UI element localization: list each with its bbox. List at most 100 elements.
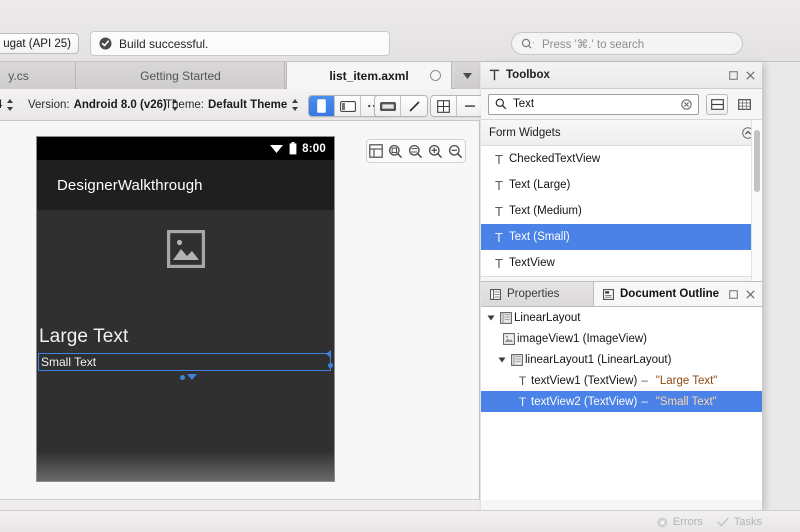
zoom-actual-icon[interactable] (408, 144, 423, 159)
version-selector[interactable]: Version: Android 8.0 (v26) (28, 89, 179, 121)
image-view-node[interactable] (37, 210, 334, 268)
close-icon[interactable] (746, 70, 755, 80)
zoom-fit-icon[interactable] (388, 144, 403, 159)
outline-row-textview2[interactable]: T textView2 (TextView) – "Small Text" (481, 391, 762, 412)
text-widget-icon: T (495, 151, 503, 167)
outline-row-value: "Small Text" (655, 395, 717, 408)
outline-row-textview1[interactable]: T textView1 (TextView) – "Large Text" (481, 370, 762, 391)
render-mode-button-group (374, 95, 428, 117)
android-device-preview[interactable]: 8:00 DesignerWalkthrough Large Text Smal… (36, 136, 335, 482)
outline-row-linearlayout1[interactable]: linearLayout1 (LinearLayout) (481, 349, 762, 370)
error-circle-icon (657, 517, 668, 528)
search-icon (495, 98, 507, 110)
outline-row-dash: – (641, 374, 648, 387)
tab-ycs[interactable]: y.cs (0, 62, 76, 89)
selection-handle-right[interactable] (328, 363, 333, 368)
toolbox-group-form-widgets[interactable]: Form Widgets (481, 120, 762, 146)
device-app-title: DesignerWalkthrough (57, 176, 203, 194)
tab-label: y.cs (8, 68, 29, 83)
zoom-in-icon[interactable] (428, 144, 443, 159)
design-canvas[interactable]: 8:00 DesignerWalkthrough Large Text Smal… (0, 121, 480, 499)
phone-landscape-icon[interactable] (335, 96, 361, 116)
tab-overflow-button[interactable] (455, 62, 480, 89)
tab-close-icon[interactable] (430, 70, 441, 81)
api-level-combo[interactable]: ugat (API 25) (0, 33, 79, 54)
grid-view-icon[interactable] (733, 94, 755, 115)
global-search-field[interactable]: Press '⌘.' to search (511, 32, 743, 55)
toolbox-header: Toolbox (481, 62, 762, 89)
selection-handle-bottom[interactable] (180, 375, 185, 380)
tab-properties[interactable]: Properties (481, 282, 594, 306)
toolbox-item-textview[interactable]: T TextView (481, 250, 762, 276)
tab-label: list_item.axml (329, 68, 409, 83)
device-content-area[interactable]: Large Text Small Text (37, 210, 334, 481)
outline-row-dash: – (641, 395, 648, 408)
canvas-zoom-toolbar (366, 139, 466, 163)
top-toolbar: ugat (API 25) Build successful. Press '⌘… (0, 0, 800, 62)
toolbox-widget-list[interactable]: Form Widgets T CheckedTextView T Text (L… (481, 119, 762, 281)
toolbox-item-text-medium[interactable]: T Text (Medium) (481, 198, 762, 224)
outline-row-imageview1[interactable]: imageView1 (ImageView) (481, 328, 762, 349)
image-icon (500, 332, 517, 345)
clear-circle-icon[interactable] (681, 98, 692, 110)
stepper-icon[interactable] (292, 98, 299, 112)
device-status-bar: 8:00 (37, 137, 334, 160)
close-icon[interactable] (746, 289, 755, 299)
toolbox-item-checkedtextview[interactable]: T CheckedTextView (481, 146, 762, 172)
fit-frame-icon[interactable] (369, 144, 384, 158)
check-icon (717, 517, 729, 527)
stepper-icon[interactable] (7, 98, 14, 112)
wifi-icon (269, 143, 284, 154)
status-errors[interactable]: Errors (657, 516, 703, 528)
minimize-icon[interactable] (729, 289, 738, 299)
text-widget-icon: T (495, 229, 503, 245)
document-outline-tree[interactable]: LinearLayout imageView1 (ImageView) line… (481, 307, 762, 500)
minimize-icon[interactable] (729, 70, 738, 80)
theme-selector[interactable]: Theme: Default Theme (165, 89, 299, 121)
grid-button-group (430, 95, 484, 117)
outline-row-label: LinearLayout (514, 311, 581, 324)
selection-caret-right-icon[interactable] (326, 350, 331, 358)
tab-properties-label: Properties (507, 288, 560, 300)
selection-caret-bottom-icon[interactable] (187, 374, 197, 380)
outline-row-label: linearLayout1 (LinearLayout) (525, 353, 672, 366)
device-clock: 8:00 (302, 142, 326, 155)
phone-portrait-icon[interactable] (309, 96, 335, 116)
toolbox-scrollbar-thumb[interactable] (754, 130, 760, 192)
toolbox-item-text-large[interactable]: T Text (Large) (481, 172, 762, 198)
zoom-out-icon[interactable] (448, 144, 463, 159)
build-status-label: Build successful. (119, 36, 209, 51)
outline-row-linearlayout[interactable]: LinearLayout (481, 307, 762, 328)
theme-value: Default Theme (208, 99, 288, 111)
disclosure-triangle-icon[interactable] (495, 356, 508, 364)
text-widget-icon: T (518, 373, 527, 388)
grid-icon[interactable] (431, 96, 457, 116)
build-status-bar[interactable]: Build successful. (90, 31, 390, 56)
more-dash-icon[interactable] (457, 96, 483, 116)
battery-icon (289, 142, 297, 155)
keyboard-icon[interactable] (375, 96, 401, 116)
theme-label: Theme: (165, 99, 204, 111)
toolbox-search-input[interactable]: Text (488, 93, 699, 115)
tab-list-item-axml[interactable]: list_item.axml (286, 62, 452, 89)
layout-icon (497, 311, 514, 324)
global-search-placeholder: Press '⌘.' to search (542, 38, 645, 51)
toolbox-scrollbar[interactable] (751, 120, 762, 281)
list-view-icon[interactable] (706, 93, 728, 115)
text-view-small-label: Small Text (41, 355, 97, 369)
pencil-icon[interactable] (401, 96, 427, 116)
toolbox-item-text-small[interactable]: T Text (Small) (481, 224, 762, 250)
toolbox-item-label: Text (Small) (509, 231, 570, 243)
toolbox-search-row: Text (481, 89, 762, 119)
toolbox-title: Toolbox (506, 69, 550, 81)
text-view-small-selected[interactable]: Small Text (38, 353, 331, 371)
text-view-large[interactable]: Large Text (39, 326, 128, 348)
chevron-down-icon (463, 72, 472, 79)
device-api-value: 4 (0, 99, 2, 111)
tab-getting-started[interactable]: Getting Started (77, 62, 285, 89)
text-widget-icon: T (495, 177, 503, 193)
disclosure-triangle-icon[interactable] (484, 314, 497, 322)
toolbox-item-label: CheckedTextView (509, 153, 601, 165)
device-api-stepper[interactable]: 4 (0, 89, 14, 121)
status-tasks[interactable]: Tasks (717, 516, 762, 528)
